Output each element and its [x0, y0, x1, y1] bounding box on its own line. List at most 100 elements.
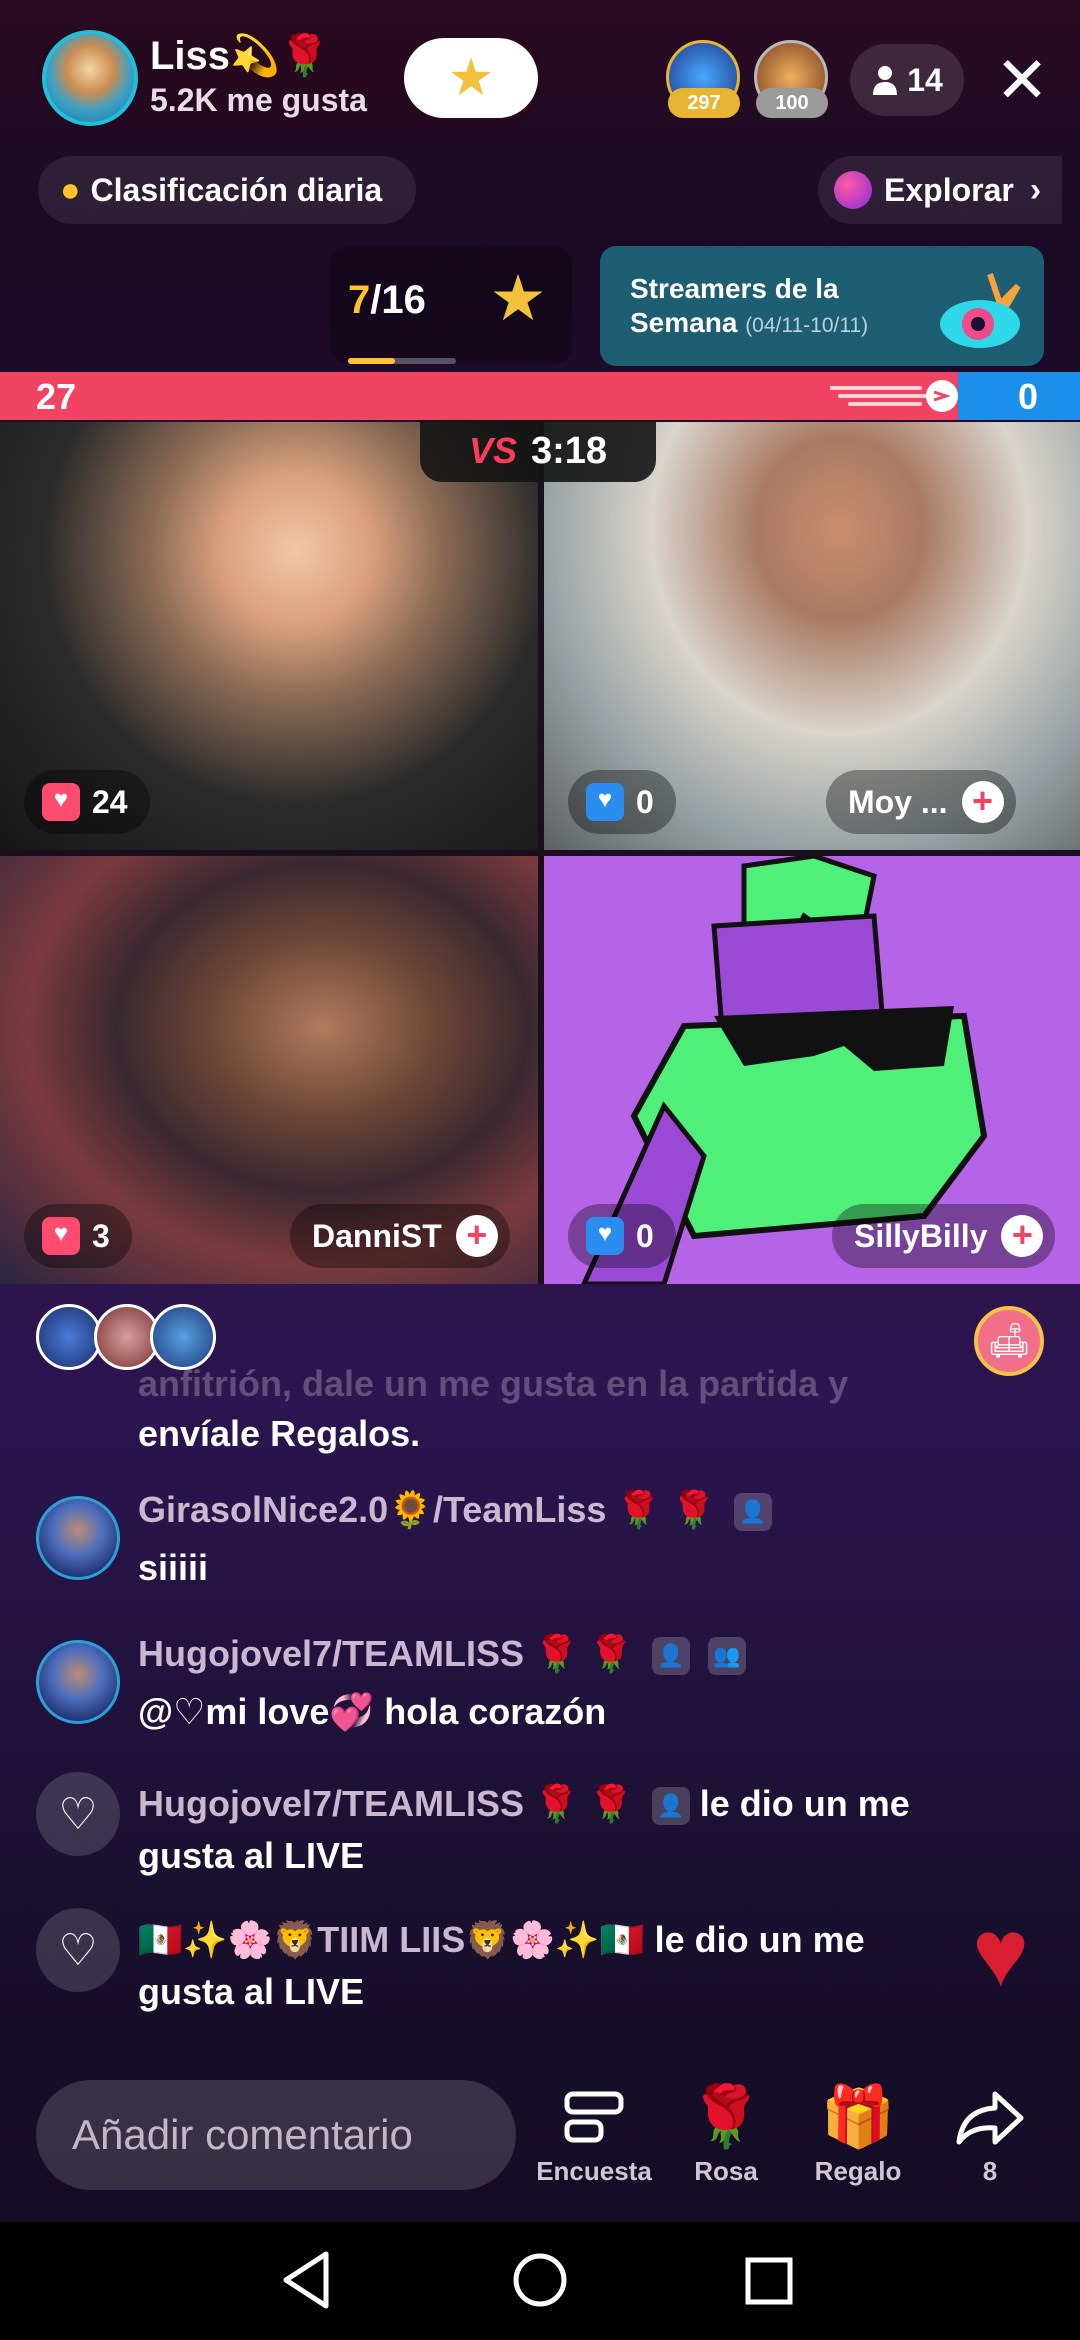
planet-icon	[834, 171, 872, 209]
explore-label: Explorar	[884, 171, 1014, 208]
fan-badge-icon: 👤	[651, 1787, 690, 1826]
gift-icon: 🎁	[820, 2083, 896, 2150]
pk-left-score: 27	[36, 376, 77, 417]
chevron-right-icon: ›	[1029, 170, 1042, 209]
weekly-date: (04/11-10/11)	[745, 314, 869, 337]
gift-box-icon	[42, 1217, 80, 1255]
share-button[interactable]: 8	[926, 2080, 1054, 2187]
star-icon: ★	[447, 49, 495, 107]
goal-star-icon: ★	[489, 262, 547, 334]
chat-message: GirasolNice2.0🌻/TeamLiss 🌹 🌹 👤	[138, 1484, 773, 1536]
chat-avatar[interactable]	[36, 1640, 120, 1724]
gift-button[interactable]: 🎁 Regalo	[794, 2080, 922, 2187]
poll-icon	[530, 2080, 658, 2154]
top-supporter-badge-2: 100	[756, 88, 828, 118]
daily-ranking-label: Clasificación diaria	[90, 171, 383, 208]
chat-username[interactable]: GirasolNice2.0🌻/TeamLiss	[138, 1489, 606, 1530]
like-action-continued: gusta al LIVE	[138, 1835, 365, 1876]
chat-avatar[interactable]	[36, 1496, 120, 1580]
host-name: Liss💫🌹	[150, 34, 330, 78]
viewer-count-value: 14	[907, 61, 943, 98]
like-message: Hugojovel7/TEAMLISS 🌹 🌹 👤 le dio un me	[138, 1778, 910, 1830]
tile-1-gift-count[interactable]: 24	[24, 770, 150, 834]
rose-label: Rosa	[694, 2156, 758, 2186]
rose-button[interactable]: 🌹 Rosa	[662, 2080, 790, 2187]
chat-username[interactable]: Hugojovel7/TEAMLISS	[138, 1783, 524, 1824]
tile-1-gift-value: 24	[92, 783, 128, 820]
follow-plus-icon[interactable]: +	[961, 781, 1004, 823]
tile-3-gift-value: 3	[92, 1217, 110, 1254]
goal-total: /16	[370, 278, 426, 322]
poll-label: Encuesta	[536, 2156, 652, 2186]
top-supporter-badge-1: 297	[668, 88, 740, 118]
tile-4-gift-value: 0	[636, 1217, 654, 1254]
flame-icon: ●	[60, 170, 81, 209]
rose-icon: 🌹 🌹	[534, 1633, 634, 1674]
chat-system-faded: anfitrión, dale un me gusta en la partid…	[138, 1363, 849, 1404]
tile-4-gift-count[interactable]: 0	[568, 1204, 676, 1268]
viewer-count[interactable]: 14	[850, 44, 964, 116]
subscriber-badge-icon: 👥	[707, 1637, 746, 1676]
rose-icon: 🌹	[688, 2083, 764, 2150]
daily-ranking-button[interactable]: ● Clasificación diaria	[38, 156, 416, 224]
chat-message: Hugojovel7/TEAMLISS 🌹 🌹 👤 👥	[138, 1628, 746, 1680]
gift-box-icon	[586, 1217, 624, 1255]
like-heart-icon: ♡	[36, 1908, 120, 1992]
tile-2-gift-value: 0	[636, 783, 654, 820]
chat-system-message: envíale Regalos.	[138, 1413, 421, 1454]
rose-icon: 🌹 🌹	[534, 1783, 634, 1824]
chat-username[interactable]: 🇲🇽✨🌸🦁TIIM LIIS🦁🌸✨🇲🇽	[138, 1919, 645, 1960]
chat-username[interactable]: Hugojovel7/TEAMLISS	[138, 1633, 524, 1674]
fan-badge-icon: 👤	[651, 1637, 690, 1676]
vs-logo: VS	[468, 430, 517, 471]
tile-4-name: SillyBilly	[854, 1217, 988, 1254]
eye-icon	[940, 273, 1021, 348]
tile-3-name-pill[interactable]: DanniST +	[290, 1204, 510, 1268]
tile-2-name: Moy ...	[848, 783, 948, 820]
fan-badge-icon: 👤	[734, 1493, 773, 1532]
tile-4-name-pill[interactable]: SillyBilly +	[832, 1204, 1056, 1268]
gift-label: Regalo	[814, 2156, 902, 2186]
comment-input[interactable]: Añadir comentario	[36, 2080, 516, 2190]
tile-3-gift-count[interactable]: 3	[24, 1204, 132, 1268]
like-action: le dio un me	[699, 1783, 910, 1824]
like-message: 🇲🇽✨🌸🦁TIIM LIIS🦁🌸✨🇲🇽 le dio un me	[138, 1914, 865, 1966]
pk-right-score: 0	[1018, 376, 1039, 417]
chat-message-text: siiiii	[138, 1547, 209, 1588]
comet-icon	[830, 380, 958, 412]
home-icon[interactable]	[495, 2240, 585, 2320]
weekly-banner-text: Streamers de la Semana (04/11-10/11)	[630, 272, 920, 343]
host-avatar[interactable]	[42, 30, 138, 126]
like-heart-icon: ♡	[36, 1772, 120, 1856]
follow-plus-icon[interactable]: +	[1001, 1215, 1044, 1257]
close-icon: ✕	[995, 44, 1049, 116]
back-icon[interactable]	[264, 2240, 354, 2320]
close-button[interactable]: ✕	[990, 40, 1054, 120]
recent-apps-icon[interactable]	[724, 2240, 814, 2320]
pk-timer-tag: VS 3:18	[420, 420, 656, 482]
goal-current: 7	[348, 278, 371, 322]
grid-divider-horizontal	[0, 850, 1080, 856]
follow-plus-icon[interactable]: +	[455, 1215, 498, 1257]
tile-3-name: DanniST	[312, 1217, 442, 1254]
gift-box-icon	[42, 783, 80, 821]
goal-counter: 7/16	[348, 278, 426, 323]
gift-box-icon	[586, 783, 624, 821]
sofa-icon[interactable]: 🛋	[974, 1306, 1044, 1376]
share-count: 8	[982, 2156, 998, 2186]
explore-button[interactable]: Explorar ›	[818, 156, 1062, 224]
follow-button[interactable]: ★	[404, 38, 538, 118]
tile-2-name-pill[interactable]: Moy ... +	[826, 770, 1016, 834]
like-action: le dio un me	[654, 1919, 865, 1960]
goal-progress-fill	[348, 358, 395, 364]
tile-2-gift-count[interactable]: 0	[568, 770, 676, 834]
guest-avatar-1[interactable]	[36, 1304, 102, 1370]
chat-message-text: @♡mi love💞 hola corazón	[138, 1691, 607, 1732]
share-icon	[926, 2080, 1054, 2154]
pk-timer: 3:18	[530, 429, 608, 472]
person-icon	[873, 66, 898, 95]
rose-icon: 🌹 🌹	[616, 1489, 717, 1530]
host-likes: 5.2K me gusta	[150, 82, 367, 118]
poll-button[interactable]: Encuesta	[530, 2080, 658, 2187]
like-action-continued: gusta al LIVE	[138, 1971, 365, 2012]
